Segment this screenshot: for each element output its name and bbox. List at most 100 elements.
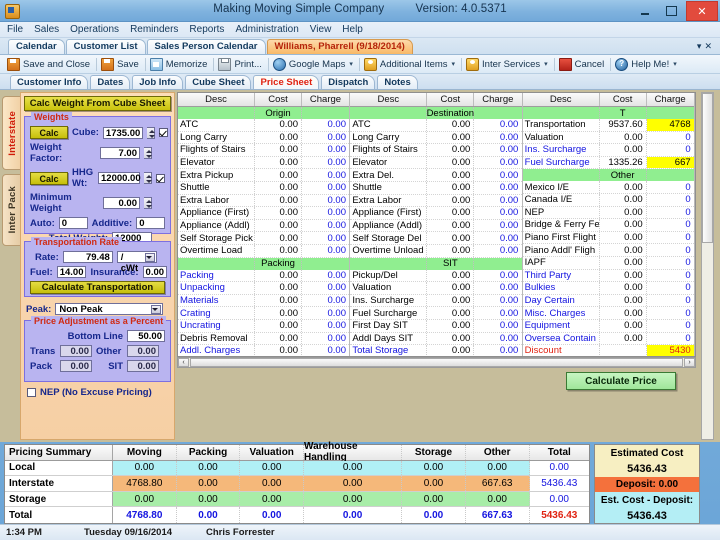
close-tab-icon[interactable]: ✕ xyxy=(704,41,715,51)
tab-job-info[interactable]: Job Info xyxy=(132,75,184,89)
table-row[interactable]: Extra Pickup 0.00 0.00 xyxy=(178,169,350,182)
table-row[interactable]: Pickup/Del 0.00 0.00 xyxy=(350,269,522,283)
save-and-close-button[interactable]: Save and Close xyxy=(4,56,95,72)
row-charge[interactable]: 0.00 xyxy=(302,245,349,257)
table-row[interactable]: Mexico I/E 0.00 0 xyxy=(522,181,694,194)
row-cost[interactable]: 0.00 xyxy=(600,219,647,231)
rate-input[interactable]: 79.48 xyxy=(62,251,113,263)
table-row[interactable]: Appliance (Addl) 0.00 0.00 xyxy=(350,219,522,233)
cube-stepper[interactable] xyxy=(147,126,156,139)
row-charge[interactable]: 0.00 xyxy=(474,282,521,294)
row-cost[interactable]: 0.00 xyxy=(255,244,302,257)
row-charge[interactable]: 0.00 xyxy=(302,270,349,282)
bottom-line-input[interactable]: 50.00 xyxy=(127,330,165,342)
row-charge[interactable]: 0.00 xyxy=(302,157,349,169)
window-tab-calendar[interactable]: Calendar xyxy=(8,39,65,54)
row-cost[interactable]: 0.00 xyxy=(600,244,647,256)
tab-dispatch[interactable]: Dispatch xyxy=(321,75,376,89)
row-charge[interactable]: 0.00 xyxy=(474,132,521,144)
row-charge[interactable]: 0.00 xyxy=(474,345,521,356)
other-input[interactable]: 0.00 xyxy=(127,345,159,357)
calc-weight-from-cube-sheet-button[interactable]: Calc Weight From Cube Sheet xyxy=(24,96,171,111)
menu-item-reports[interactable]: Reports xyxy=(188,24,225,35)
table-row[interactable]: Appliance (First) 0.00 0.00 xyxy=(350,207,522,220)
table-row[interactable]: Day Certain 0.00 0 xyxy=(522,294,694,308)
menu-item-operations[interactable]: Operations xyxy=(69,24,120,35)
row-charge[interactable]: 0 xyxy=(647,194,694,206)
row-charge[interactable]: 0.00 xyxy=(474,220,521,232)
row-cost[interactable]: 0.00 xyxy=(427,131,475,144)
row-charge[interactable]: 0.00 xyxy=(302,345,349,356)
menu-item-view[interactable]: View xyxy=(309,24,333,35)
row-cost[interactable]: 0.00 xyxy=(600,181,647,193)
row-cost[interactable]: 0.00 xyxy=(255,119,302,131)
table-row[interactable]: Misc. Charges 0.00 0 xyxy=(522,307,694,320)
row-charge[interactable]: 0.00 xyxy=(302,144,349,156)
row-cost[interactable]: 0.00 xyxy=(427,181,475,194)
minimize-icon[interactable] xyxy=(634,3,656,20)
table-row[interactable]: Valuation 0.00 0.00 xyxy=(350,282,522,295)
table-row[interactable]: Extra Labor 0.00 0.00 xyxy=(350,194,522,208)
table-row[interactable]: Packing 0.00 0.00 xyxy=(178,269,350,283)
row-charge[interactable]: 0.00 xyxy=(474,320,521,332)
pack-input[interactable]: 0.00 xyxy=(60,360,92,372)
table-row[interactable]: Transportation 9537.60 4768 xyxy=(522,119,694,132)
row-charge[interactable]: 0.00 xyxy=(474,295,521,307)
scrollbar-thumb[interactable] xyxy=(702,93,713,243)
minimum-weight-input[interactable]: 0.00 xyxy=(103,197,140,209)
row-cost[interactable]: 0.00 xyxy=(600,319,647,332)
row-charge[interactable]: 0 xyxy=(647,270,694,282)
save-button[interactable]: Save xyxy=(98,56,144,72)
chevron-down-icon[interactable]: ▾ xyxy=(452,60,456,68)
calculate-price-button[interactable]: Calculate Price xyxy=(566,372,676,390)
row-charge[interactable]: 0.00 xyxy=(474,270,521,282)
table-row[interactable]: Crating 0.00 0.00 xyxy=(178,307,350,320)
row-cost[interactable]: 0.00 xyxy=(255,131,302,144)
row-charge[interactable]: 0 xyxy=(647,144,694,156)
row-cost[interactable]: 0.00 xyxy=(427,144,475,156)
row-cost[interactable]: 0.00 xyxy=(255,207,302,219)
row-charge[interactable]: 0.00 xyxy=(302,169,349,181)
row-cost[interactable] xyxy=(600,345,647,356)
menu-item-help[interactable]: Help xyxy=(341,24,364,35)
row-charge[interactable]: 0 xyxy=(647,207,694,219)
row-charge[interactable]: 0.00 xyxy=(474,119,521,131)
row-cost[interactable]: 0.00 xyxy=(255,345,302,356)
table-row[interactable]: Elevator 0.00 0.00 xyxy=(350,156,522,170)
cube-calc-button[interactable]: Calc xyxy=(30,126,68,139)
row-cost[interactable]: 0.00 xyxy=(255,282,302,294)
table-row[interactable]: Shuttle 0.00 0.00 xyxy=(350,181,522,195)
table-row[interactable]: Unpacking 0.00 0.00 xyxy=(178,282,350,295)
column-header-cost[interactable]: Cost xyxy=(427,93,475,106)
row-cost[interactable]: 0.00 xyxy=(427,219,475,232)
nep-checkbox[interactable] xyxy=(27,388,36,397)
row-cost[interactable]: 0.00 xyxy=(255,232,302,244)
table-row[interactable]: Piano Addl' Fligh 0.00 0 xyxy=(522,244,694,257)
row-cost[interactable]: 1335.26 xyxy=(600,156,647,169)
row-charge[interactable]: 0.00 xyxy=(302,232,349,244)
row-charge[interactable]: 0.00 xyxy=(302,195,349,207)
close-icon[interactable]: ✕ xyxy=(686,1,718,21)
column-header-desc[interactable]: Desc xyxy=(350,93,428,106)
row-charge[interactable]: 0.00 xyxy=(474,195,521,207)
row-charge[interactable]: 667 xyxy=(646,156,694,169)
row-cost[interactable]: 0.00 xyxy=(427,169,475,181)
column-header-cost[interactable]: Cost xyxy=(255,93,302,106)
row-cost[interactable]: 0.00 xyxy=(427,307,475,319)
additional-items-button[interactable]: Additional Items ▾ xyxy=(361,56,460,72)
table-row[interactable]: Bulkies 0.00 0 xyxy=(522,282,694,295)
table-row[interactable]: Ins. Surcharge 0.00 0 xyxy=(522,144,694,157)
row-charge[interactable]: 0.00 xyxy=(302,207,349,219)
tab-price-sheet[interactable]: Price Sheet xyxy=(253,75,320,89)
table-row[interactable]: Overtime Unload 0.00 0.00 xyxy=(350,244,522,258)
scroll-right-icon[interactable]: › xyxy=(684,358,695,367)
row-cost[interactable]: 0.00 xyxy=(255,194,302,207)
insurance-input[interactable]: 0.00 xyxy=(142,266,168,278)
table-row[interactable]: Extra Labor 0.00 0.00 xyxy=(178,194,350,208)
hhg-weight-input[interactable]: 12000.00 xyxy=(98,172,141,184)
row-cost[interactable]: 0.00 xyxy=(255,169,302,181)
row-charge[interactable]: 0.00 xyxy=(302,119,349,131)
row-charge[interactable]: 0.00 xyxy=(474,245,521,257)
row-charge[interactable]: 0.00 xyxy=(474,144,521,156)
row-cost[interactable]: 0.00 xyxy=(255,156,302,169)
